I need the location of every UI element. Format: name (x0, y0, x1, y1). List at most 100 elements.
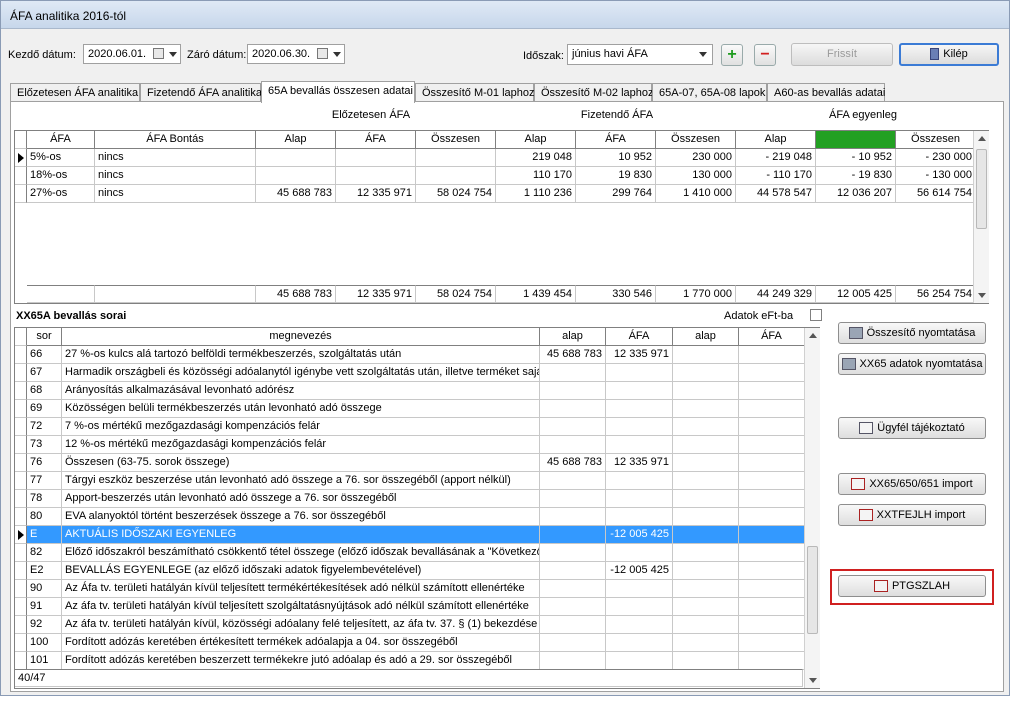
row-indicator[interactable] (15, 490, 27, 508)
table-cell[interactable] (673, 634, 739, 652)
column-header[interactable]: alap (673, 328, 739, 346)
table-cell[interactable]: Harmadik országbeli és közösségi adóalan… (62, 364, 540, 382)
print-xx65-button[interactable]: XX65 adatok nyomtatása (838, 353, 986, 375)
table-cell[interactable]: 66 (27, 346, 62, 364)
selected-row-cell[interactable] (739, 526, 805, 544)
table-cell[interactable] (606, 472, 673, 490)
table-cell[interactable] (739, 364, 805, 382)
table-cell[interactable] (540, 580, 606, 598)
start-date-field[interactable]: 2020.06.01. (83, 44, 181, 64)
row-indicator[interactable] (15, 508, 27, 526)
table-cell[interactable] (673, 580, 739, 598)
column-header[interactable]: megnevezés (62, 328, 540, 346)
grid-corner-icon[interactable] (15, 328, 27, 346)
tab-65a-07-08[interactable]: 65A-07, 65A-08 lapok (652, 83, 767, 102)
table-cell[interactable]: 90 (27, 580, 62, 598)
table-cell[interactable] (673, 400, 739, 418)
table-cell[interactable] (739, 436, 805, 454)
column-header[interactable]: Összesen (896, 131, 976, 149)
calendar-icon[interactable] (153, 48, 164, 59)
table-cell[interactable]: 45 688 783 (540, 454, 606, 472)
table-cell[interactable] (739, 634, 805, 652)
row-indicator[interactable] (15, 185, 27, 203)
table-cell[interactable]: Arányosítás alkalmazásával levonható adó… (62, 382, 540, 400)
table-cell[interactable] (606, 490, 673, 508)
import-xx65-button[interactable]: XX65/650/651 import (838, 473, 986, 495)
calendar-icon[interactable] (317, 48, 328, 59)
table-cell[interactable]: EVA alanyoktól történt beszerzések össze… (62, 508, 540, 526)
table-cell[interactable] (739, 418, 805, 436)
table-cell[interactable] (540, 544, 606, 562)
tab-fizetendo[interactable]: Fizetendő ÁFA analitika (140, 83, 262, 102)
column-header[interactable]: ÁFA (816, 131, 896, 149)
table-cell[interactable]: Az áfa tv. területi hatályán kívül telje… (62, 598, 540, 616)
row-indicator[interactable] (15, 526, 27, 544)
table-cell[interactable] (673, 382, 739, 400)
row-indicator[interactable] (15, 436, 27, 454)
refresh-button[interactable]: Frissít (791, 43, 893, 66)
table-cell[interactable] (540, 616, 606, 634)
table-cell[interactable]: 12 %-os mértékű mezőgazdasági kompenzáci… (62, 436, 540, 454)
selected-row-cell[interactable] (673, 526, 739, 544)
selected-row-cell[interactable]: E (27, 526, 62, 544)
client-info-button[interactable]: Ügyfél tájékoztató (838, 417, 986, 439)
table-cell[interactable]: 72 (27, 418, 62, 436)
table-cell[interactable]: BEVALLÁS EGYENLEGE (az előző időszaki ad… (62, 562, 540, 580)
exit-button[interactable]: Kilép (899, 43, 999, 66)
row-indicator[interactable] (15, 472, 27, 490)
chevron-down-icon[interactable] (699, 52, 707, 57)
table-cell[interactable] (673, 598, 739, 616)
table-cell[interactable] (739, 616, 805, 634)
table-cell[interactable] (739, 454, 805, 472)
table-cell[interactable] (739, 400, 805, 418)
table-cell[interactable] (540, 472, 606, 490)
row-indicator[interactable] (15, 634, 27, 652)
bottom-grid-scrollbar[interactable] (804, 328, 820, 688)
row-indicator[interactable] (15, 454, 27, 472)
row-indicator[interactable] (15, 598, 27, 616)
table-cell[interactable]: 73 (27, 436, 62, 454)
table-cell[interactable]: 80 (27, 508, 62, 526)
table-cell[interactable]: Előző időszakról beszámítható csökkentő … (62, 544, 540, 562)
table-cell[interactable] (739, 562, 805, 580)
column-header[interactable]: ÁFA (606, 328, 673, 346)
table-cell[interactable]: 82 (27, 544, 62, 562)
table-cell[interactable] (739, 580, 805, 598)
scroll-up-icon[interactable] (809, 333, 817, 338)
tab-m01[interactable]: Összesítő M-01 laphoz (415, 83, 535, 102)
table-cell[interactable]: 7 %-os mértékű mezőgazdasági kompenzáció… (62, 418, 540, 436)
print-summary-button[interactable]: Összesítő nyomtatása (838, 322, 986, 344)
row-indicator[interactable] (15, 149, 27, 167)
column-header[interactable]: Összesen (416, 131, 496, 149)
column-header[interactable]: ÁFA (336, 131, 416, 149)
grid-corner-icon[interactable] (15, 131, 27, 149)
table-cell[interactable]: 76 (27, 454, 62, 472)
table-cell[interactable]: 78 (27, 490, 62, 508)
tab-m02[interactable]: Összesítő M-02 laphoz (534, 83, 654, 102)
table-cell[interactable]: 100 (27, 634, 62, 652)
table-cell[interactable] (606, 598, 673, 616)
column-header[interactable]: ÁFA Bontás (95, 131, 256, 149)
table-cell[interactable] (606, 634, 673, 652)
table-cell[interactable] (673, 436, 739, 454)
table-cell[interactable] (606, 382, 673, 400)
ptgszlah-button[interactable]: PTGSZLAH (838, 575, 986, 597)
period-select[interactable]: június havi ÁFA (567, 44, 713, 65)
column-header[interactable]: Összesen (656, 131, 736, 149)
scroll-thumb[interactable] (976, 149, 987, 229)
table-cell[interactable] (540, 382, 606, 400)
tab-elozetesen[interactable]: Előzetesen ÁFA analitika (10, 83, 140, 102)
table-cell[interactable]: 27 %-os kulcs alá tartozó belföldi termé… (62, 346, 540, 364)
top-grid-scrollbar[interactable] (973, 131, 989, 303)
table-cell[interactable] (540, 400, 606, 418)
row-indicator[interactable] (15, 418, 27, 436)
table-cell[interactable]: Összesen (63-75. sorok összege) (62, 454, 540, 472)
table-cell[interactable] (673, 544, 739, 562)
selected-row-cell[interactable]: AKTUÁLIS IDŐSZAKI EGYENLEG (62, 526, 540, 544)
tab-a60[interactable]: A60-as bevallás adatai (767, 83, 885, 102)
selected-row-cell[interactable]: -12 005 425 (606, 526, 673, 544)
remove-period-button[interactable]: − (754, 44, 776, 66)
table-cell[interactable] (739, 508, 805, 526)
table-cell[interactable]: Fordított adózás keretében értékesített … (62, 634, 540, 652)
table-cell[interactable] (673, 418, 739, 436)
